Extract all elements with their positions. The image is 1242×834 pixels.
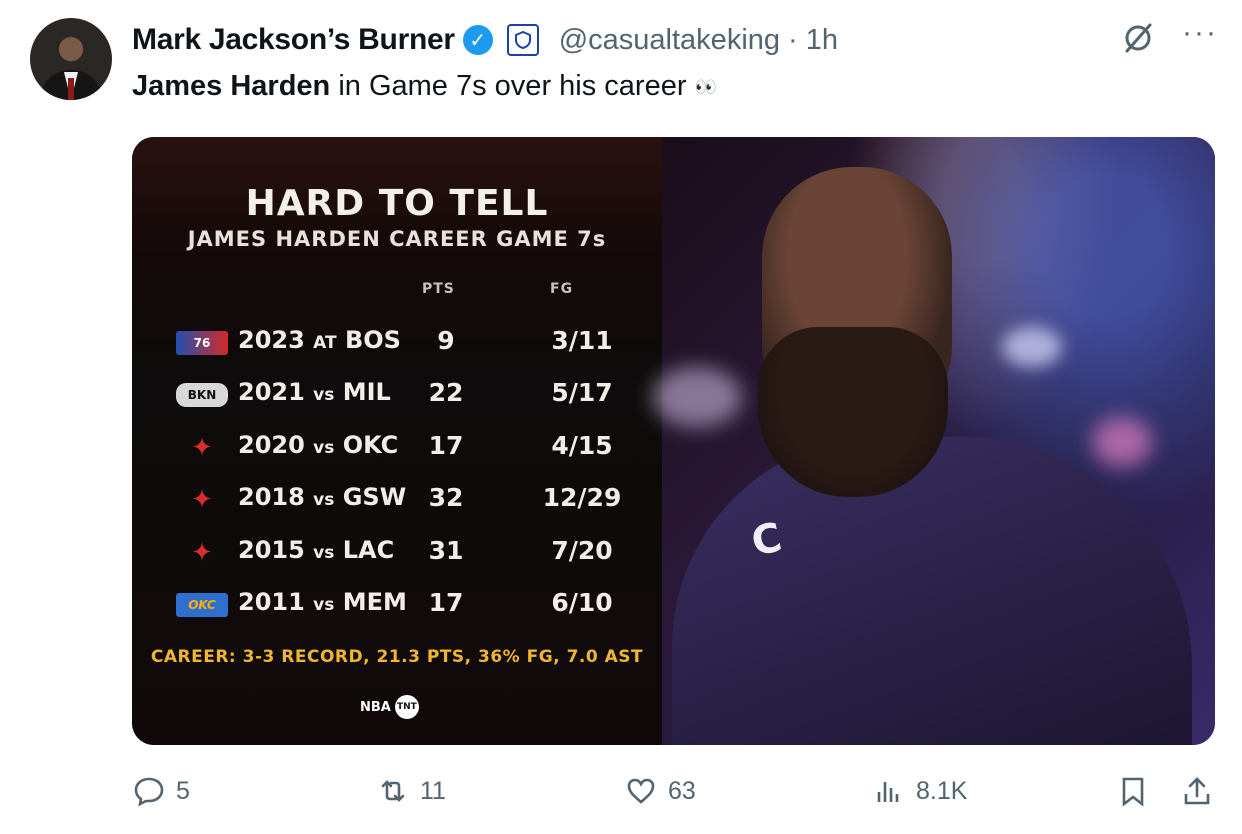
media-image[interactable]: HARD TO TELL JAMES HARDEN CAREER GAME 7s… xyxy=(132,137,1215,745)
player-beard xyxy=(758,327,948,497)
eyes-emoji: 👀 xyxy=(694,76,717,97)
team-logo-rockets: ✦ xyxy=(191,433,213,463)
stats-row: OKC 2011 vs MEM 17 6/10 xyxy=(176,585,626,625)
bookmark-icon xyxy=(1122,777,1144,807)
tweet-text: James Harden in Game 7s over his career 👀 xyxy=(132,70,717,103)
stats-row: 76 2023 AT BOS 9 3/11 xyxy=(176,323,626,363)
game-label: 2023 AT BOS xyxy=(238,326,401,354)
display-name[interactable]: Mark Jackson’s Burner xyxy=(132,23,455,57)
team-logo-76ers: 76 xyxy=(176,331,228,355)
reply-count: 5 xyxy=(176,776,190,805)
stats-row: ✦ 2018 vs GSW 32 12/29 xyxy=(176,480,626,520)
career-summary: CAREER: 3-3 RECORD, 21.3 PTS, 36% FG, 7.… xyxy=(150,647,644,667)
tweet-header: Mark Jackson’s Burner ✓ @casualtakeking … xyxy=(132,18,838,62)
player-body xyxy=(672,437,1192,745)
team-logo-rockets: ✦ xyxy=(191,538,213,568)
tweet-text-rest: in Game 7s over his career xyxy=(330,70,687,102)
like-button[interactable]: 63 xyxy=(624,774,696,808)
reply-button[interactable]: 5 xyxy=(132,774,190,808)
share-icon xyxy=(1184,777,1210,805)
team-logo-rockets: ✦ xyxy=(191,485,213,515)
bookmark-button[interactable] xyxy=(1116,774,1150,808)
col-header-pts: PTS xyxy=(422,281,455,297)
game-label: 2011 vs MEM xyxy=(238,588,407,616)
game-label: 2020 vs OKC xyxy=(238,431,399,459)
repost-count: 11 xyxy=(420,776,446,805)
avatar[interactable] xyxy=(30,18,112,100)
verified-badge-icon[interactable]: ✓ xyxy=(462,25,493,55)
views-count: 8.1K xyxy=(916,776,968,805)
tweet-actions: 5 11 63 8.1K xyxy=(132,770,1217,820)
fg-value: 12/29 xyxy=(542,483,622,512)
graphic-subtitle: JAMES HARDEN CAREER GAME 7s xyxy=(187,227,607,251)
game-label: 2015 vs LAC xyxy=(238,536,395,564)
light-glow xyxy=(1002,327,1062,367)
fg-value: 4/15 xyxy=(551,431,613,460)
tweet-text-bold[interactable]: James Harden xyxy=(132,70,330,102)
stats-row: ✦ 2015 vs LAC 31 7/20 xyxy=(176,533,626,573)
brand-logos: NBA TNT xyxy=(360,695,419,719)
team-logo-thunder: OKC xyxy=(176,593,228,617)
stats-graphic: HARD TO TELL JAMES HARDEN CAREER GAME 7s… xyxy=(132,137,662,745)
light-glow xyxy=(652,367,742,427)
avatar-tie xyxy=(68,78,74,100)
grok-icon[interactable] xyxy=(1120,20,1156,56)
points-value: 31 xyxy=(428,536,464,565)
more-options-icon[interactable]: ··· xyxy=(1182,18,1218,48)
points-value: 17 xyxy=(428,588,464,617)
repost-icon xyxy=(381,780,405,802)
reply-icon xyxy=(134,777,164,807)
fg-value: 5/17 xyxy=(551,378,613,407)
light-glow xyxy=(1092,417,1152,467)
handle[interactable]: @casualtakeking xyxy=(559,24,780,57)
fg-value: 3/11 xyxy=(551,326,613,355)
like-count: 63 xyxy=(668,776,696,805)
player-photo: C xyxy=(652,137,1215,745)
points-value: 9 xyxy=(437,326,455,355)
timestamp[interactable]: 1h xyxy=(806,24,838,57)
graphic-title: HARD TO TELL xyxy=(245,183,549,224)
fg-value: 7/20 xyxy=(551,536,613,565)
share-button[interactable] xyxy=(1180,774,1214,808)
repost-button[interactable]: 11 xyxy=(376,774,446,808)
nba-logo: NBA xyxy=(360,699,391,715)
analytics-icon xyxy=(877,782,899,802)
team-logo-nets: BKN xyxy=(176,383,228,407)
fg-value: 6/10 xyxy=(551,588,613,617)
stats-row: BKN 2021 vs MIL 22 5/17 xyxy=(176,375,626,415)
game-label: 2018 vs GSW xyxy=(238,483,407,511)
dot-separator: · xyxy=(788,23,798,56)
col-header-fg: FG xyxy=(550,281,574,297)
top-right-actions: ··· xyxy=(1120,18,1218,56)
game-label: 2021 vs MIL xyxy=(238,378,391,406)
stats-row: ✦ 2020 vs OKC 17 4/15 xyxy=(176,428,626,468)
affiliate-badge-icon[interactable] xyxy=(506,24,539,56)
points-value: 17 xyxy=(428,431,464,460)
heart-icon xyxy=(627,778,655,804)
views-button[interactable]: 8.1K xyxy=(872,774,967,808)
points-value: 22 xyxy=(428,378,464,407)
points-value: 32 xyxy=(428,483,464,512)
tnt-logo: TNT xyxy=(394,695,419,719)
